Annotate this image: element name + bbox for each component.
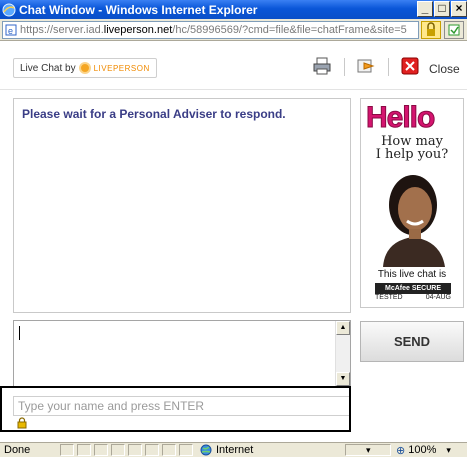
- zoom-dropdown-icon: ▾: [446, 444, 451, 455]
- chat-toolbar: Live Chat by LIVEPERSON Close: [0, 42, 467, 90]
- send-button[interactable]: SEND: [360, 321, 464, 362]
- security-zone[interactable]: Internet: [200, 443, 253, 457]
- lock-icon: [17, 417, 27, 429]
- window-title: Chat Window - Windows Internet Explorer: [19, 2, 258, 17]
- internet-explorer-icon: [2, 3, 16, 16]
- status-bar: Done Internet ▾ ⊕ 100% ▾: [0, 442, 467, 457]
- tested-label: TESTED: [375, 294, 403, 301]
- print-icon[interactable]: [312, 56, 332, 76]
- chat-transcript: Please wait for a Personal Adviser to re…: [13, 98, 351, 313]
- url-domain: liveperson.net: [103, 24, 173, 36]
- wait-message: Please wait for a Personal Adviser to re…: [22, 107, 286, 121]
- mcafee-badge[interactable]: McAfee SECURE: [375, 283, 451, 294]
- url-path: /hc/58996569/?cmd=file&file=chatFrame&si…: [172, 24, 407, 36]
- zoom-control[interactable]: ⊕ 100% ▾: [396, 443, 451, 457]
- zoom-level: 100%: [408, 444, 437, 456]
- minimize-button[interactable]: _: [417, 1, 433, 17]
- security-lock-button[interactable]: [421, 21, 441, 39]
- message-input[interactable]: ▲ ▼: [13, 320, 351, 387]
- lock-icon: [427, 22, 435, 36]
- scroll-up-button[interactable]: ▲: [336, 321, 350, 335]
- page-refresh-icon: [448, 24, 460, 36]
- url-field[interactable]: e https://server.iad.liveperson.net/hc/5…: [2, 21, 419, 39]
- status-pane: [111, 444, 125, 456]
- name-input[interactable]: [13, 396, 351, 416]
- url-prefix: https://server.iad.: [20, 24, 104, 36]
- email-transcript-icon[interactable]: [356, 56, 376, 76]
- text-caret: [19, 326, 20, 340]
- toolbar-divider: [388, 58, 389, 76]
- brand-name: LIVEPERSON: [93, 63, 150, 73]
- protected-mode-pane[interactable]: ▾: [345, 444, 391, 456]
- zoom-icon: ⊕: [396, 444, 406, 457]
- page-icon: e: [5, 24, 17, 36]
- brand-prefix: Live Chat by: [20, 62, 76, 74]
- address-bar: e https://server.iad.liveperson.net/hc/5…: [0, 19, 467, 41]
- status-pane: [179, 444, 193, 456]
- scroll-down-button[interactable]: ▼: [336, 372, 350, 386]
- hello-heading: Hello: [365, 101, 435, 135]
- close-icon[interactable]: [400, 56, 420, 76]
- window-close-button[interactable]: ×: [451, 1, 467, 17]
- status-pane: [162, 444, 176, 456]
- protected-mode-dropdown-icon: ▾: [366, 445, 371, 455]
- close-chat-label[interactable]: Close: [429, 62, 460, 76]
- status-pane: [94, 444, 108, 456]
- svg-text:e: e: [8, 26, 13, 36]
- window-title-bar[interactable]: Chat Window - Windows Internet Explorer …: [0, 0, 467, 19]
- status-text: Done: [4, 444, 31, 456]
- advisor-photo: [383, 175, 445, 267]
- zone-label: Internet: [216, 444, 254, 456]
- status-pane: [77, 444, 91, 456]
- status-pane: [60, 444, 74, 456]
- compatibility-button[interactable]: [444, 21, 464, 39]
- liveperson-logo[interactable]: Live Chat by LIVEPERSON: [13, 58, 157, 78]
- message-scrollbar[interactable]: ▲ ▼: [335, 321, 350, 386]
- tested-row: TESTED 04-AUG: [375, 294, 451, 303]
- help-line-2: I help you?: [375, 147, 449, 162]
- advisor-banner: Hello How may I help you? This live chat…: [360, 98, 464, 308]
- tested-date: 04-AUG: [425, 294, 451, 301]
- globe-icon: [200, 444, 212, 456]
- status-pane: [145, 444, 159, 456]
- status-pane: [128, 444, 142, 456]
- liveperson-dot-icon: [78, 62, 91, 74]
- secure-text: This live chat is: [377, 269, 447, 280]
- toolbar-divider: [344, 58, 345, 76]
- maximize-button[interactable]: □: [434, 1, 450, 17]
